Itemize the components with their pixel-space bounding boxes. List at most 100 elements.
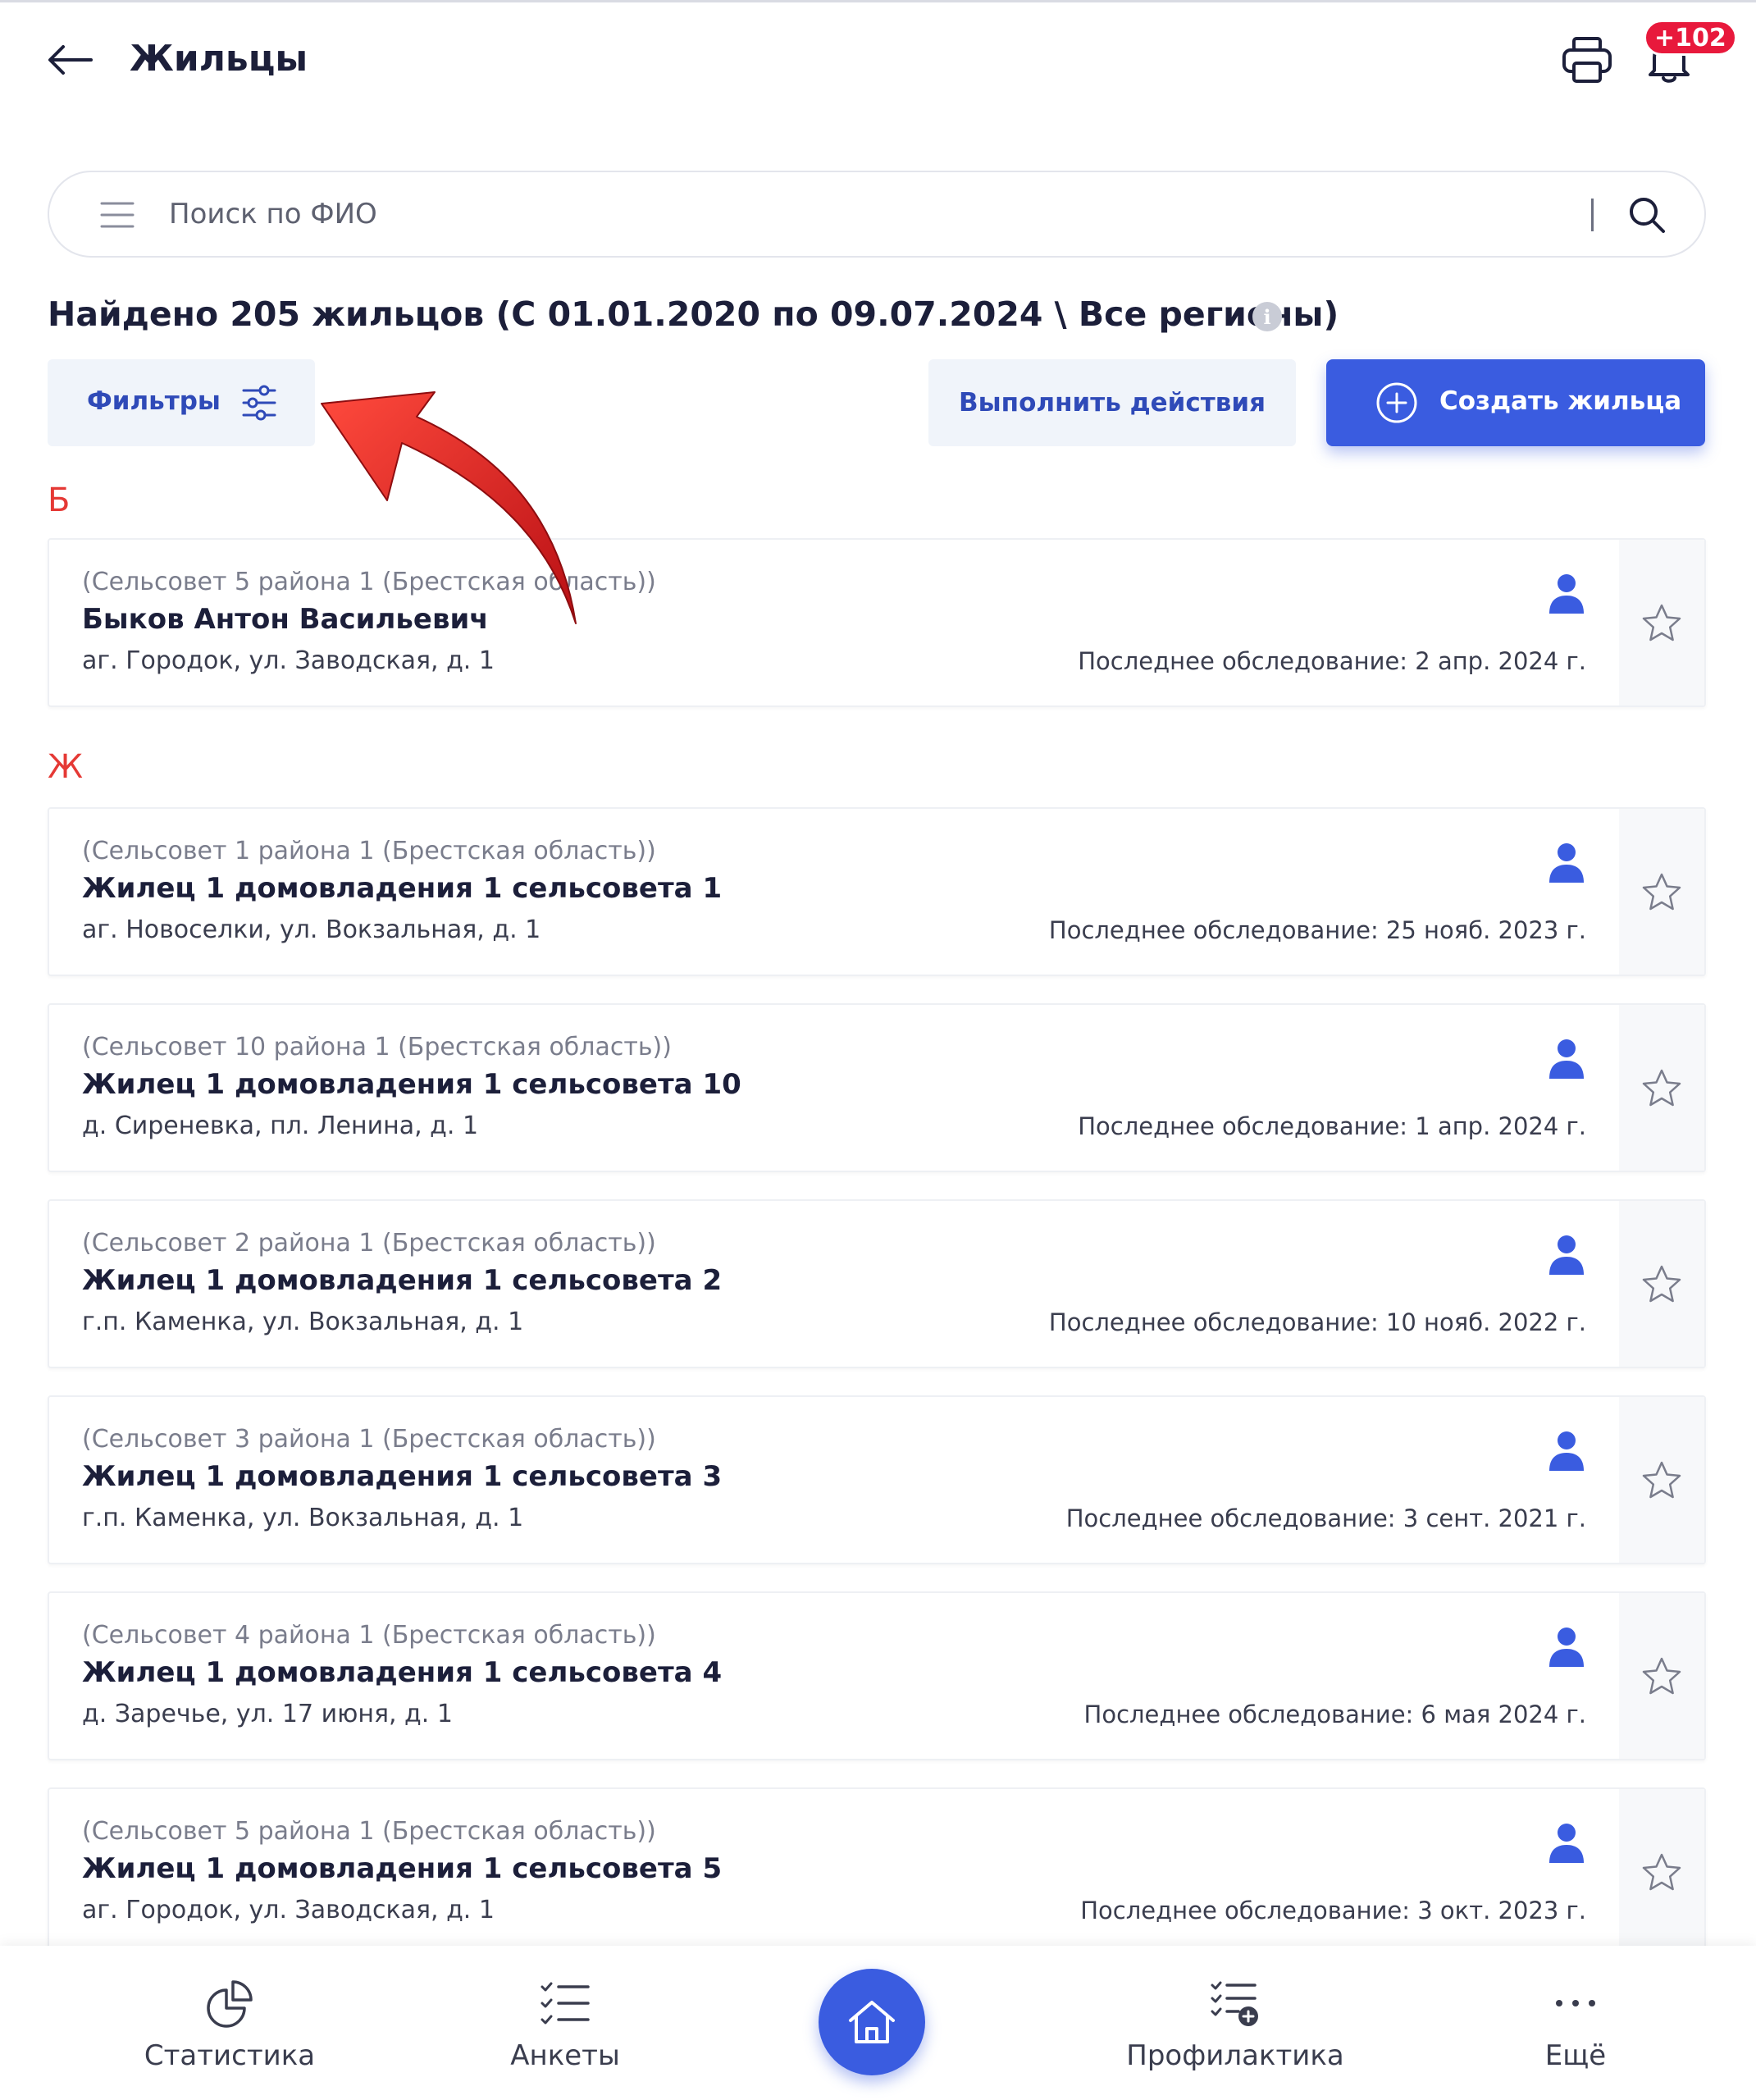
- plus-circle-icon: [1376, 382, 1417, 423]
- resident-name: Жилец 1 домовладения 1 сельсовета 1: [82, 872, 723, 905]
- home-icon: [849, 2001, 895, 2043]
- resident-card-body[interactable]: (Сельсовет 3 района 1 (Брестская область…: [49, 1397, 1619, 1563]
- notification-badge: +102: [1644, 20, 1737, 56]
- favorite-star-button[interactable]: [1619, 1789, 1704, 1955]
- back-button[interactable]: [41, 33, 98, 87]
- resident-card-body[interactable]: (Сельсовет 5 района 1 (Брестская область…: [49, 540, 1619, 705]
- resident-card[interactable]: (Сельсовет 4 района 1 (Брестская область…: [48, 1591, 1706, 1760]
- filters-label: Фильтры: [87, 386, 221, 416]
- nav-prevention[interactable]: Профилактика: [1112, 1979, 1358, 2077]
- search-button[interactable]: [1621, 190, 1673, 240]
- perform-actions-button[interactable]: Выполнить действия: [928, 359, 1296, 446]
- resident-region: (Сельсовет 1 района 1 (Брестская область…: [82, 837, 656, 865]
- resident-name: Быков Антон Васильевич: [82, 603, 489, 636]
- person-icon: [1549, 574, 1584, 614]
- resident-card-body[interactable]: (Сельсовет 2 района 1 (Брестская область…: [49, 1201, 1619, 1367]
- search-bar: [48, 171, 1706, 258]
- last-inspection-date: Последнее обследование: 6 мая 2024 г.: [1083, 1701, 1586, 1728]
- resident-name: Жилец 1 домовладения 1 сельсовета 2: [82, 1264, 723, 1297]
- home-button[interactable]: [819, 1969, 925, 2075]
- star-icon: [1642, 1265, 1681, 1303]
- star-icon: [1642, 1461, 1681, 1499]
- resident-region: (Сельсовет 4 района 1 (Брестская область…: [82, 1621, 656, 1650]
- resident-address: д. Сиреневка, пл. Ленина, д. 1: [82, 1112, 479, 1140]
- checklist-add-icon: [1211, 1981, 1258, 2026]
- star-icon: [1642, 1853, 1681, 1891]
- search-input[interactable]: [169, 187, 1563, 241]
- resident-address: г.п. Каменка, ул. Вокзальная, д. 1: [82, 1308, 524, 1336]
- create-resident-button[interactable]: Создать жильца: [1326, 359, 1705, 446]
- results-summary: Найдено 205 жильцов (С 01.01.2020 по 09.…: [48, 294, 1339, 334]
- star-icon: [1642, 604, 1681, 641]
- last-inspection-date: Последнее обследование: 3 окт. 2023 г.: [1080, 1897, 1586, 1924]
- nav-questionnaires-label: Анкеты: [510, 2039, 620, 2072]
- favorite-star-button[interactable]: [1619, 1593, 1704, 1759]
- resident-name: Жилец 1 домовладения 1 сельсовета 10: [82, 1068, 741, 1101]
- resident-card[interactable]: (Сельсовет 3 района 1 (Брестская область…: [48, 1395, 1706, 1564]
- filter-sliders-icon: [242, 385, 276, 421]
- resident-card[interactable]: (Сельсовет 1 района 1 (Брестская область…: [48, 807, 1706, 976]
- favorite-star-button[interactable]: [1619, 1397, 1704, 1563]
- nav-more-label: Ещё: [1544, 2039, 1607, 2072]
- star-icon: [1642, 1657, 1681, 1695]
- resident-card-body[interactable]: (Сельсовет 5 района 1 (Брестская область…: [49, 1789, 1619, 1955]
- resident-region: (Сельсовет 10 района 1 (Брестская област…: [82, 1033, 672, 1061]
- resident-address: г.п. Каменка, ул. Вокзальная, д. 1: [82, 1504, 524, 1532]
- resident-address: аг. Новоселки, ул. Вокзальная, д. 1: [82, 915, 541, 944]
- filters-button[interactable]: Фильтры: [48, 359, 315, 446]
- resident-region: (Сельсовет 2 района 1 (Брестская область…: [82, 1229, 656, 1258]
- resident-card-body[interactable]: (Сельсовет 1 района 1 (Брестская область…: [49, 809, 1619, 975]
- menu-icon[interactable]: [97, 200, 138, 230]
- resident-region: (Сельсовет 5 района 1 (Брестская область…: [82, 568, 656, 596]
- resident-name: Жилец 1 домовладения 1 сельсовета 5: [82, 1852, 723, 1885]
- resident-address: аг. Городок, ул. Заводская, д. 1: [82, 1896, 495, 1924]
- resident-card[interactable]: (Сельсовет 10 района 1 (Брестская област…: [48, 1003, 1706, 1172]
- info-icon[interactable]: i: [1252, 302, 1282, 331]
- create-resident-label: Создать жильца: [1439, 386, 1682, 416]
- perform-actions-label: Выполнить действия: [959, 388, 1266, 418]
- resident-address: аг. Городок, ул. Заводская, д. 1: [82, 646, 495, 675]
- last-inspection-date: Последнее обследование: 25 нояб. 2023 г.: [1048, 916, 1586, 944]
- resident-region: (Сельсовет 3 района 1 (Брестская область…: [82, 1425, 656, 1454]
- favorite-star-button[interactable]: [1619, 1201, 1704, 1367]
- resident-card[interactable]: (Сельсовет 5 района 1 (Брестская область…: [48, 538, 1706, 707]
- resident-name: Жилец 1 домовладения 1 сельсовета 4: [82, 1656, 723, 1689]
- checklist-icon: [540, 1982, 590, 2025]
- app-header: Жильцы +102: [0, 0, 1756, 123]
- pie-chart-icon: [207, 1980, 253, 2028]
- search-icon: [1630, 198, 1665, 233]
- person-icon: [1549, 1824, 1584, 1863]
- nav-prevention-label: Профилактика: [1126, 2039, 1344, 2072]
- favorite-star-button[interactable]: [1619, 809, 1704, 975]
- printer-icon: [1562, 37, 1612, 83]
- more-dots-icon: [1556, 2000, 1595, 2006]
- resident-card[interactable]: (Сельсовет 2 района 1 (Брестская область…: [48, 1199, 1706, 1368]
- person-icon: [1549, 1235, 1584, 1275]
- print-button[interactable]: [1554, 30, 1620, 90]
- nav-questionnaires[interactable]: Анкеты: [442, 1979, 688, 2077]
- last-inspection-date: Последнее обследование: 1 апр. 2024 г.: [1078, 1112, 1586, 1140]
- nav-statistics[interactable]: Статистика: [107, 1979, 353, 2077]
- search-divider: [1591, 199, 1594, 231]
- resident-card-body[interactable]: (Сельсовет 10 района 1 (Брестская област…: [49, 1005, 1619, 1171]
- favorite-star-button[interactable]: [1619, 540, 1704, 705]
- last-inspection-date: Последнее обследование: 2 апр. 2024 г.: [1078, 647, 1586, 675]
- section-letter-zh: Ж: [48, 748, 84, 786]
- person-icon: [1549, 1039, 1584, 1079]
- favorite-star-button[interactable]: [1619, 1005, 1704, 1171]
- nav-more[interactable]: Ещё: [1453, 1979, 1699, 2077]
- person-icon: [1549, 1431, 1584, 1471]
- resident-region: (Сельсовет 5 района 1 (Брестская область…: [82, 1817, 656, 1846]
- person-icon: [1549, 1628, 1584, 1667]
- last-inspection-date: Последнее обследование: 10 нояб. 2022 г.: [1048, 1308, 1586, 1336]
- section-letter-b: Б: [48, 482, 71, 519]
- resident-address: д. Заречье, ул. 17 июня, д. 1: [82, 1700, 453, 1728]
- last-inspection-date: Последнее обследование: 3 сент. 2021 г.: [1065, 1504, 1586, 1532]
- back-arrow-icon: [48, 45, 93, 75]
- nav-statistics-label: Статистика: [144, 2039, 316, 2072]
- resident-card[interactable]: (Сельсовет 5 района 1 (Брестская область…: [48, 1787, 1706, 1956]
- resident-card-body[interactable]: (Сельсовет 4 района 1 (Брестская область…: [49, 1593, 1619, 1759]
- resident-name: Жилец 1 домовладения 1 сельсовета 3: [82, 1460, 723, 1493]
- star-icon: [1642, 873, 1681, 911]
- person-icon: [1549, 843, 1584, 883]
